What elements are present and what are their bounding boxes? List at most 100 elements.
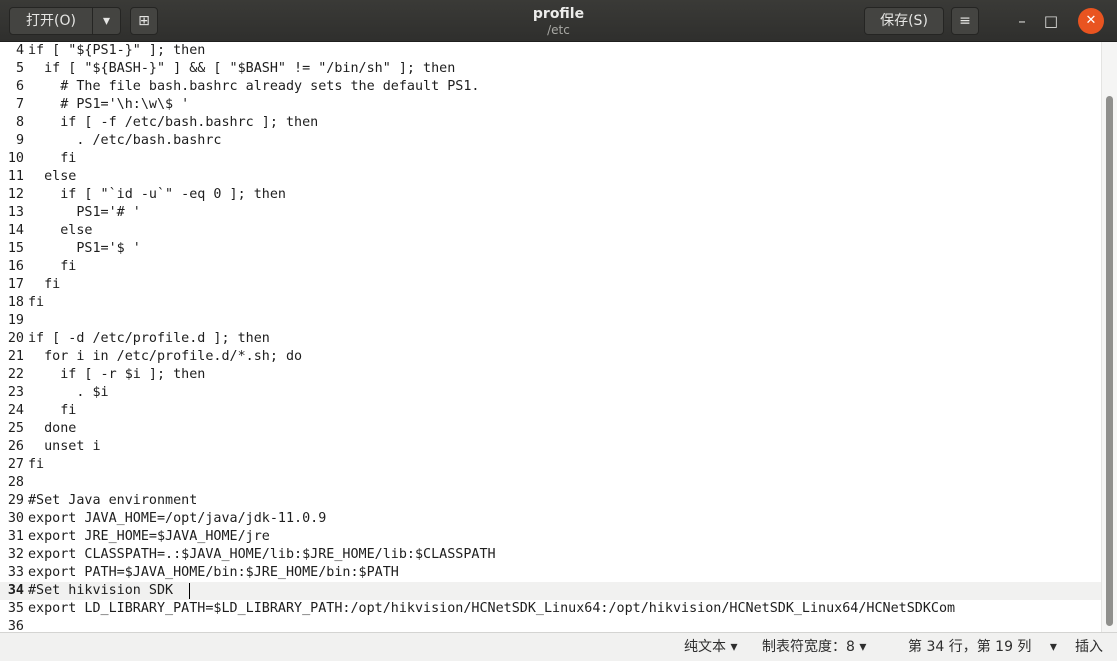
line-text[interactable]: export PATH=$JAVA_HOME/bin:$JRE_HOME/bin… — [28, 564, 399, 582]
code-line[interactable]: 11 else — [0, 168, 1101, 186]
line-text[interactable]: fi — [28, 276, 60, 294]
code-line[interactable]: 35 export LD_LIBRARY_PATH=$LD_LIBRARY_PAT… — [0, 600, 1101, 618]
line-text[interactable]: export CLASSPATH=.:$JAVA_HOME/lib:$JRE_H… — [28, 546, 496, 564]
code-line[interactable]: 12 if [ "`id -u`" -eq 0 ]; then — [0, 186, 1101, 204]
code-line[interactable]: 36 — [0, 618, 1101, 632]
line-number: 21 — [7, 349, 24, 364]
status-bar: 纯文本 ▾ 制表符宽度：8 ▾ 第 34 行，第 19 列 ▾ 插入 — [0, 632, 1117, 661]
code-line[interactable]: 7 # PS1='\h:\w\$ ' — [0, 96, 1101, 114]
cursor-position-selector[interactable]: 第 34 行，第 19 列 ▾ — [908, 638, 1057, 656]
line-number: 36 — [7, 619, 24, 632]
line-text[interactable]: export LD_LIBRARY_PATH=$LD_LIBRARY_PATH:… — [28, 600, 955, 618]
line-text[interactable]: PS1='# ' — [28, 204, 141, 222]
cursor-position-label: 第 34 行，第 19 列 — [908, 639, 1032, 655]
line-text[interactable]: . $i — [28, 384, 108, 402]
code-line[interactable]: 5 if [ "${BASH-}" ] && [ "$BASH" != "/bi… — [0, 60, 1101, 78]
language-label: 纯文本 — [684, 639, 726, 655]
code-line[interactable]: 6 # The file bash.bashrc already sets th… — [0, 78, 1101, 96]
language-selector[interactable]: 纯文本 ▾ — [684, 638, 737, 656]
code-line[interactable]: 34 #Set hikvision SDK — [0, 582, 1101, 600]
minimize-button[interactable]: – — [1009, 8, 1035, 34]
line-number: 22 — [7, 367, 24, 382]
line-text[interactable]: fi — [28, 402, 76, 420]
code-line[interactable]: 19 — [0, 312, 1101, 330]
line-number: 5 — [15, 61, 24, 76]
code-line[interactable]: 9 . /etc/bash.bashrc — [0, 132, 1101, 150]
line-text[interactable]: if [ "${PS1-}" ]; then — [28, 42, 205, 60]
vertical-scrollbar[interactable] — [1101, 42, 1117, 632]
code-line[interactable]: 25 done — [0, 420, 1101, 438]
line-text[interactable]: fi — [28, 258, 76, 276]
line-text[interactable]: fi — [28, 456, 44, 474]
line-number: 28 — [7, 475, 24, 490]
code-line[interactable]: 15 PS1='$ ' — [0, 240, 1101, 258]
line-number: 33 — [7, 565, 24, 580]
line-number: 35 — [7, 601, 24, 616]
line-text[interactable]: fi — [28, 150, 76, 168]
file-path: /etc — [547, 23, 570, 37]
code-line[interactable]: 18 fi — [0, 294, 1101, 312]
code-line[interactable]: 23 . $i — [0, 384, 1101, 402]
line-text[interactable]: fi — [28, 294, 44, 312]
scrollbar-thumb[interactable] — [1106, 96, 1113, 626]
line-text[interactable]: PS1='$ ' — [28, 240, 141, 258]
maximize-icon: □ — [1043, 12, 1059, 30]
close-icon: ✕ — [1085, 13, 1097, 28]
code-line[interactable]: 31 export JRE_HOME=$JAVA_HOME/jre — [0, 528, 1101, 546]
tab-width-label: 制表符宽度：8 — [762, 639, 855, 655]
line-text[interactable]: # The file bash.bashrc already sets the … — [28, 78, 479, 96]
line-text[interactable]: export JAVA_HOME=/opt/java/jdk-11.0.9 — [28, 510, 326, 528]
line-text[interactable]: #Set hikvision SDK — [28, 582, 173, 600]
line-text[interactable]: export JRE_HOME=$JAVA_HOME/jre — [28, 528, 270, 546]
line-number: 17 — [7, 277, 24, 292]
code-line[interactable]: 21 for i in /etc/profile.d/*.sh; do — [0, 348, 1101, 366]
hamburger-icon: ≡ — [959, 13, 971, 29]
line-number: 24 — [7, 403, 24, 418]
line-text[interactable]: done — [28, 420, 76, 438]
line-number: 29 — [7, 493, 24, 508]
code-line[interactable]: 27 fi — [0, 456, 1101, 474]
line-text[interactable]: . /etc/bash.bashrc — [28, 132, 221, 150]
line-number: 6 — [15, 79, 24, 94]
maximize-button[interactable]: □ — [1038, 8, 1064, 34]
line-text[interactable]: if [ -f /etc/bash.bashrc ]; then — [28, 114, 318, 132]
code-line[interactable]: 10 fi — [0, 150, 1101, 168]
file-name: profile — [532, 6, 585, 22]
code-line[interactable]: 14 else — [0, 222, 1101, 240]
line-text[interactable]: for i in /etc/profile.d/*.sh; do — [28, 348, 302, 366]
chevron-down-icon: ▾ — [730, 639, 738, 655]
code-line[interactable]: 32 export CLASSPATH=.:$JAVA_HOME/lib:$JRE… — [0, 546, 1101, 564]
code-line[interactable]: 26 unset i — [0, 438, 1101, 456]
text-editor[interactable]: 4 if [ "${PS1-}" ]; then 5 if [ "${BASH-}"… — [0, 42, 1101, 632]
line-text[interactable]: if [ "`id -u`" -eq 0 ]; then — [28, 186, 286, 204]
line-number: 34 — [7, 583, 24, 598]
line-number: 32 — [7, 547, 24, 562]
line-number: 12 — [7, 187, 24, 202]
line-text[interactable]: unset i — [28, 438, 100, 456]
line-text[interactable]: if [ "${BASH-}" ] && [ "$BASH" != "/bin/… — [28, 60, 455, 78]
close-button[interactable]: ✕ — [1078, 8, 1104, 34]
tab-width-selector[interactable]: 制表符宽度：8 ▾ — [762, 638, 866, 656]
line-text[interactable]: if [ -d /etc/profile.d ]; then — [28, 330, 270, 348]
line-text[interactable]: else — [28, 222, 92, 240]
code-line[interactable]: 33 export PATH=$JAVA_HOME/bin:$JRE_HOME/b… — [0, 564, 1101, 582]
code-line[interactable]: 24 fi — [0, 402, 1101, 420]
code-line[interactable]: 8 if [ -f /etc/bash.bashrc ]; then — [0, 114, 1101, 132]
code-line[interactable]: 29 #Set Java environment — [0, 492, 1101, 510]
code-line[interactable]: 20 if [ -d /etc/profile.d ]; then — [0, 330, 1101, 348]
code-line[interactable]: 22 if [ -r $i ]; then — [0, 366, 1101, 384]
code-line[interactable]: 4 if [ "${PS1-}" ]; then — [0, 42, 1101, 60]
code-line[interactable]: 16 fi — [0, 258, 1101, 276]
line-number: 8 — [15, 115, 24, 130]
code-line[interactable]: 30 export JAVA_HOME=/opt/java/jdk-11.0.9 — [0, 510, 1101, 528]
line-number: 30 — [7, 511, 24, 526]
line-text[interactable]: # PS1='\h:\w\$ ' — [28, 96, 189, 114]
code-line[interactable]: 28 — [0, 474, 1101, 492]
menu-button[interactable]: ≡ — [951, 7, 979, 35]
code-line[interactable]: 17 fi — [0, 276, 1101, 294]
line-text[interactable]: else — [28, 168, 76, 186]
line-text[interactable]: #Set Java environment — [28, 492, 197, 510]
code-line[interactable]: 13 PS1='# ' — [0, 204, 1101, 222]
save-button[interactable]: 保存(S) — [864, 7, 944, 35]
line-text[interactable]: if [ -r $i ]; then — [28, 366, 205, 384]
